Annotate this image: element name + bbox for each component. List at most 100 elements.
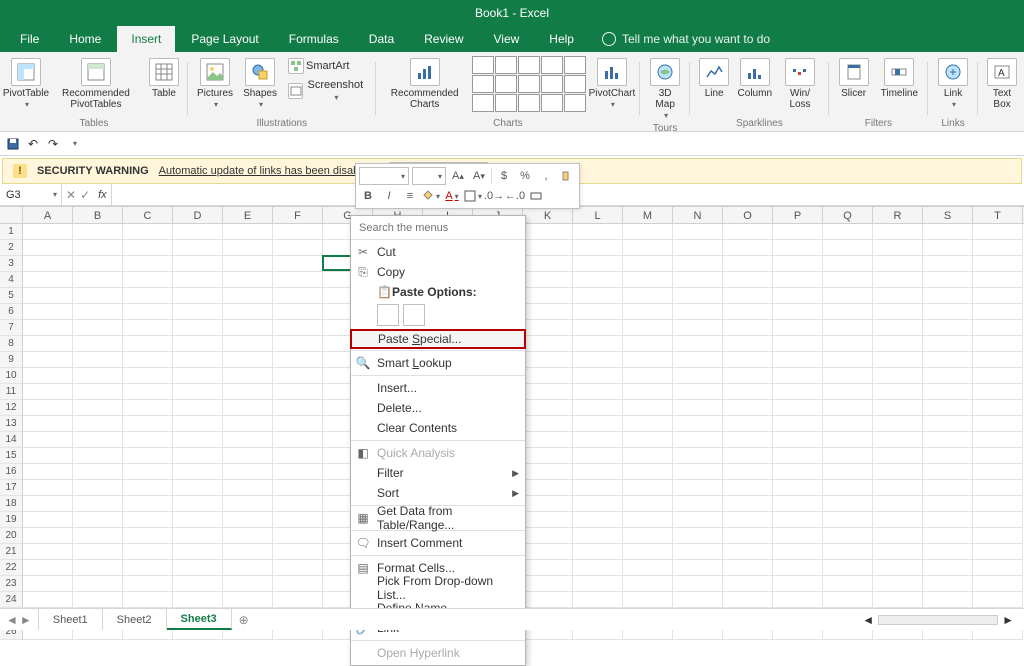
mini-font-dropdown[interactable]: ▾: [359, 167, 409, 185]
cell[interactable]: [773, 464, 823, 480]
ctx-delete[interactable]: Delete...: [351, 398, 525, 418]
cell[interactable]: [23, 352, 73, 368]
sparkline-column-button[interactable]: Column: [736, 56, 773, 101]
cell[interactable]: [523, 240, 573, 256]
cell[interactable]: [773, 288, 823, 304]
tab-view[interactable]: View: [480, 26, 534, 52]
cell[interactable]: [573, 416, 623, 432]
cell[interactable]: [923, 288, 973, 304]
cell[interactable]: [723, 400, 773, 416]
cell[interactable]: [773, 224, 823, 240]
cell[interactable]: [573, 496, 623, 512]
sheet-nav-prev[interactable]: ◄: [6, 613, 18, 627]
ctx-insert[interactable]: Insert...: [351, 378, 525, 398]
ctx-get-data[interactable]: ▦Get Data from Table/Range...: [351, 508, 525, 528]
row-header[interactable]: 22: [0, 560, 23, 576]
col-header-R[interactable]: R: [873, 207, 923, 223]
cell[interactable]: [123, 416, 173, 432]
cell[interactable]: [623, 560, 673, 576]
cell[interactable]: [773, 496, 823, 512]
cell[interactable]: [173, 352, 223, 368]
cell[interactable]: [73, 496, 123, 512]
row-header[interactable]: 12: [0, 400, 23, 416]
cell[interactable]: [523, 496, 573, 512]
cell[interactable]: [873, 480, 923, 496]
cell[interactable]: [923, 432, 973, 448]
redo-icon[interactable]: ↷: [46, 137, 60, 151]
chart-type-map[interactable]: [495, 75, 517, 93]
cell[interactable]: [23, 464, 73, 480]
cell[interactable]: [623, 304, 673, 320]
cell[interactable]: [123, 336, 173, 352]
cell[interactable]: [73, 528, 123, 544]
col-header-E[interactable]: E: [223, 207, 273, 223]
cell[interactable]: [723, 576, 773, 592]
cell[interactable]: [273, 480, 323, 496]
cell[interactable]: [173, 272, 223, 288]
cell[interactable]: [923, 496, 973, 512]
cell[interactable]: [823, 560, 873, 576]
cell[interactable]: [573, 272, 623, 288]
cell[interactable]: [73, 368, 123, 384]
cell[interactable]: [223, 496, 273, 512]
new-sheet-button[interactable]: ⊕: [232, 609, 256, 630]
accounting-format-icon[interactable]: $: [495, 167, 513, 185]
cell[interactable]: [173, 560, 223, 576]
cell[interactable]: [123, 240, 173, 256]
cell[interactable]: [873, 448, 923, 464]
cell[interactable]: [223, 400, 273, 416]
cell[interactable]: [773, 352, 823, 368]
cell[interactable]: [623, 384, 673, 400]
row-header[interactable]: 18: [0, 496, 23, 512]
cell[interactable]: [973, 576, 1023, 592]
cell[interactable]: [723, 240, 773, 256]
cell[interactable]: [923, 272, 973, 288]
row-header[interactable]: 21: [0, 544, 23, 560]
cell[interactable]: [73, 592, 123, 608]
col-header-C[interactable]: C: [123, 207, 173, 223]
cell[interactable]: [523, 576, 573, 592]
cell[interactable]: [673, 560, 723, 576]
cell[interactable]: [623, 240, 673, 256]
cell[interactable]: [873, 272, 923, 288]
chart-type-pie[interactable]: [518, 56, 540, 74]
cell[interactable]: [873, 416, 923, 432]
cell[interactable]: [273, 240, 323, 256]
cell[interactable]: [973, 352, 1023, 368]
cell[interactable]: [923, 384, 973, 400]
cell[interactable]: [523, 592, 573, 608]
cell[interactable]: [773, 560, 823, 576]
cell[interactable]: [23, 528, 73, 544]
cell[interactable]: [73, 400, 123, 416]
cell[interactable]: [223, 512, 273, 528]
cell[interactable]: [73, 544, 123, 560]
cell[interactable]: [173, 464, 223, 480]
cell[interactable]: [923, 576, 973, 592]
cell[interactable]: [873, 368, 923, 384]
cell[interactable]: [723, 560, 773, 576]
row-header[interactable]: 4: [0, 272, 23, 288]
cell[interactable]: [273, 576, 323, 592]
cell[interactable]: [123, 480, 173, 496]
cell[interactable]: [823, 496, 873, 512]
ctx-clear[interactable]: Clear Contents: [351, 418, 525, 438]
cell[interactable]: [223, 432, 273, 448]
cell[interactable]: [573, 528, 623, 544]
cell[interactable]: [23, 448, 73, 464]
cell[interactable]: [523, 368, 573, 384]
cell[interactable]: [923, 464, 973, 480]
row-header[interactable]: 13: [0, 416, 23, 432]
cell[interactable]: [573, 400, 623, 416]
cell[interactable]: [123, 352, 173, 368]
cell[interactable]: [723, 416, 773, 432]
cell[interactable]: [823, 384, 873, 400]
cell[interactable]: [823, 512, 873, 528]
cell[interactable]: [973, 496, 1023, 512]
cell[interactable]: [523, 224, 573, 240]
cell[interactable]: [123, 464, 173, 480]
slicer-button[interactable]: Slicer: [835, 56, 873, 101]
cell[interactable]: [823, 368, 873, 384]
row-header[interactable]: 3: [0, 256, 23, 272]
cell[interactable]: [673, 384, 723, 400]
cell[interactable]: [123, 400, 173, 416]
